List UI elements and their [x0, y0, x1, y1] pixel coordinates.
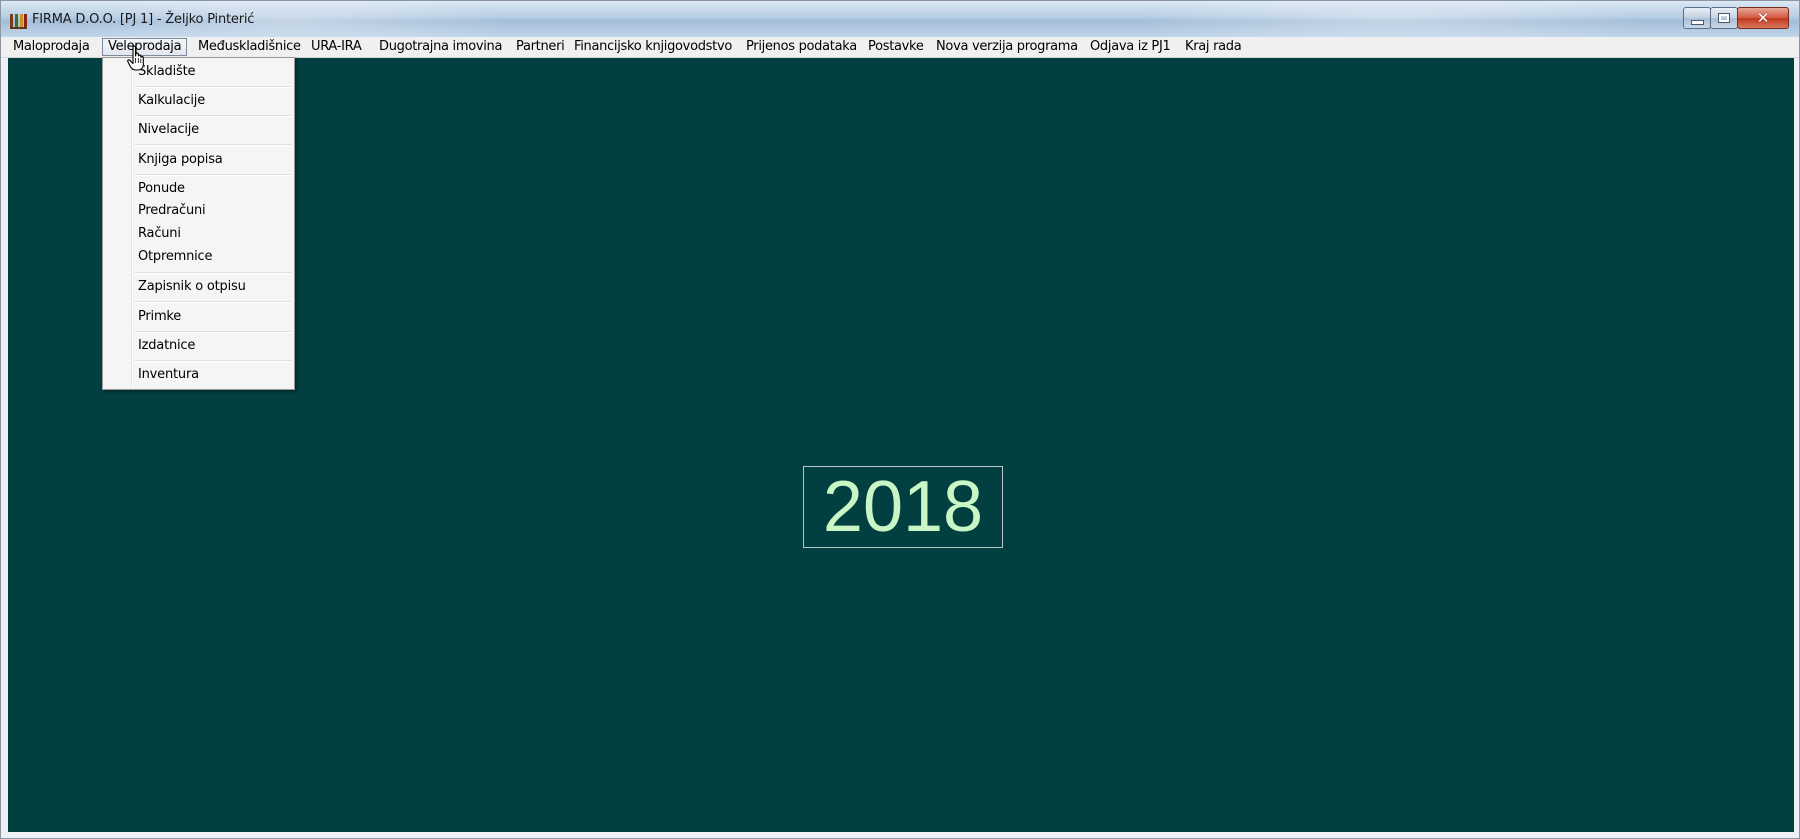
app-window: FIRMA D.O.O. [PJ 1] - Željko Pinterić ✕ …: [0, 0, 1800, 839]
maximize-icon: [1718, 13, 1730, 23]
year-display: 2018: [803, 466, 1003, 548]
books-icon[interactable]: [10, 14, 27, 29]
menu-separator: [134, 86, 291, 88]
menu-kraj-rada[interactable]: Kraj rada: [1180, 38, 1246, 56]
menu-ura-ira[interactable]: URA-IRA: [306, 38, 366, 56]
dropdown-item-racuni[interactable]: Računi: [138, 226, 181, 241]
menu-postavke[interactable]: Postavke: [863, 38, 929, 56]
menu-financijsko-knjigovodstvo[interactable]: Financijsko knjigovodstvo: [569, 38, 737, 56]
menu-dugotrajna-imovina[interactable]: Dugotrajna imovina: [374, 38, 507, 56]
menu-meduskladisnice[interactable]: Međuskladišnice: [193, 38, 306, 56]
veleprodaja-dropdown-menu: Skladište Kalkulacije Nivelacije Knjiga …: [102, 57, 295, 390]
title-bar[interactable]: FIRMA D.O.O. [PJ 1] - Željko Pinterić ✕: [1, 1, 1799, 37]
minimize-button[interactable]: [1683, 7, 1711, 29]
dropdown-item-ponude[interactable]: Ponude: [138, 181, 185, 196]
menu-prijenos-podataka[interactable]: Prijenos podataka: [741, 38, 862, 56]
window-title: FIRMA D.O.O. [PJ 1] - Željko Pinterić: [32, 12, 255, 27]
menu-bar: Maloprodaja Veleprodaja Međuskladišnice …: [1, 37, 1799, 58]
menu-maloprodaja[interactable]: Maloprodaja: [8, 38, 95, 56]
menu-separator: [134, 174, 291, 176]
close-button[interactable]: ✕: [1737, 7, 1789, 29]
menu-separator: [134, 301, 291, 303]
year-text: 2018: [822, 467, 984, 547]
menu-separator: [134, 331, 291, 333]
menu-separator: [134, 115, 291, 117]
dropdown-item-zapisnik-o-otpisu[interactable]: Zapisnik o otpisu: [138, 279, 246, 294]
dropdown-item-inventura[interactable]: Inventura: [138, 367, 199, 382]
close-icon: ✕: [1756, 9, 1770, 27]
minimize-icon: [1690, 19, 1704, 25]
menu-partneri[interactable]: Partneri: [511, 38, 569, 56]
menu-separator: [134, 272, 291, 274]
dropdown-item-knjiga-popisa[interactable]: Knjiga popisa: [138, 152, 223, 167]
menu-odjava-iz-pj1[interactable]: Odjava iz PJ1: [1085, 38, 1175, 56]
dropdown-item-kalkulacije[interactable]: Kalkulacije: [138, 93, 205, 108]
menu-separator: [134, 360, 291, 362]
menu-nova-verzija-programa[interactable]: Nova verzija programa: [931, 38, 1083, 56]
hand-cursor-icon: [127, 45, 144, 71]
maximize-button[interactable]: [1710, 7, 1738, 29]
dropdown-item-izdatnice[interactable]: Izdatnice: [138, 338, 195, 353]
dropdown-item-nivelacije[interactable]: Nivelacije: [138, 122, 199, 137]
dropdown-item-predracuni[interactable]: Predračuni: [138, 203, 206, 218]
caption-buttons: ✕: [1683, 7, 1789, 31]
dropdown-item-otpremnice[interactable]: Otpremnice: [138, 249, 213, 264]
menu-separator: [134, 144, 291, 146]
dropdown-item-primke[interactable]: Primke: [138, 309, 181, 324]
